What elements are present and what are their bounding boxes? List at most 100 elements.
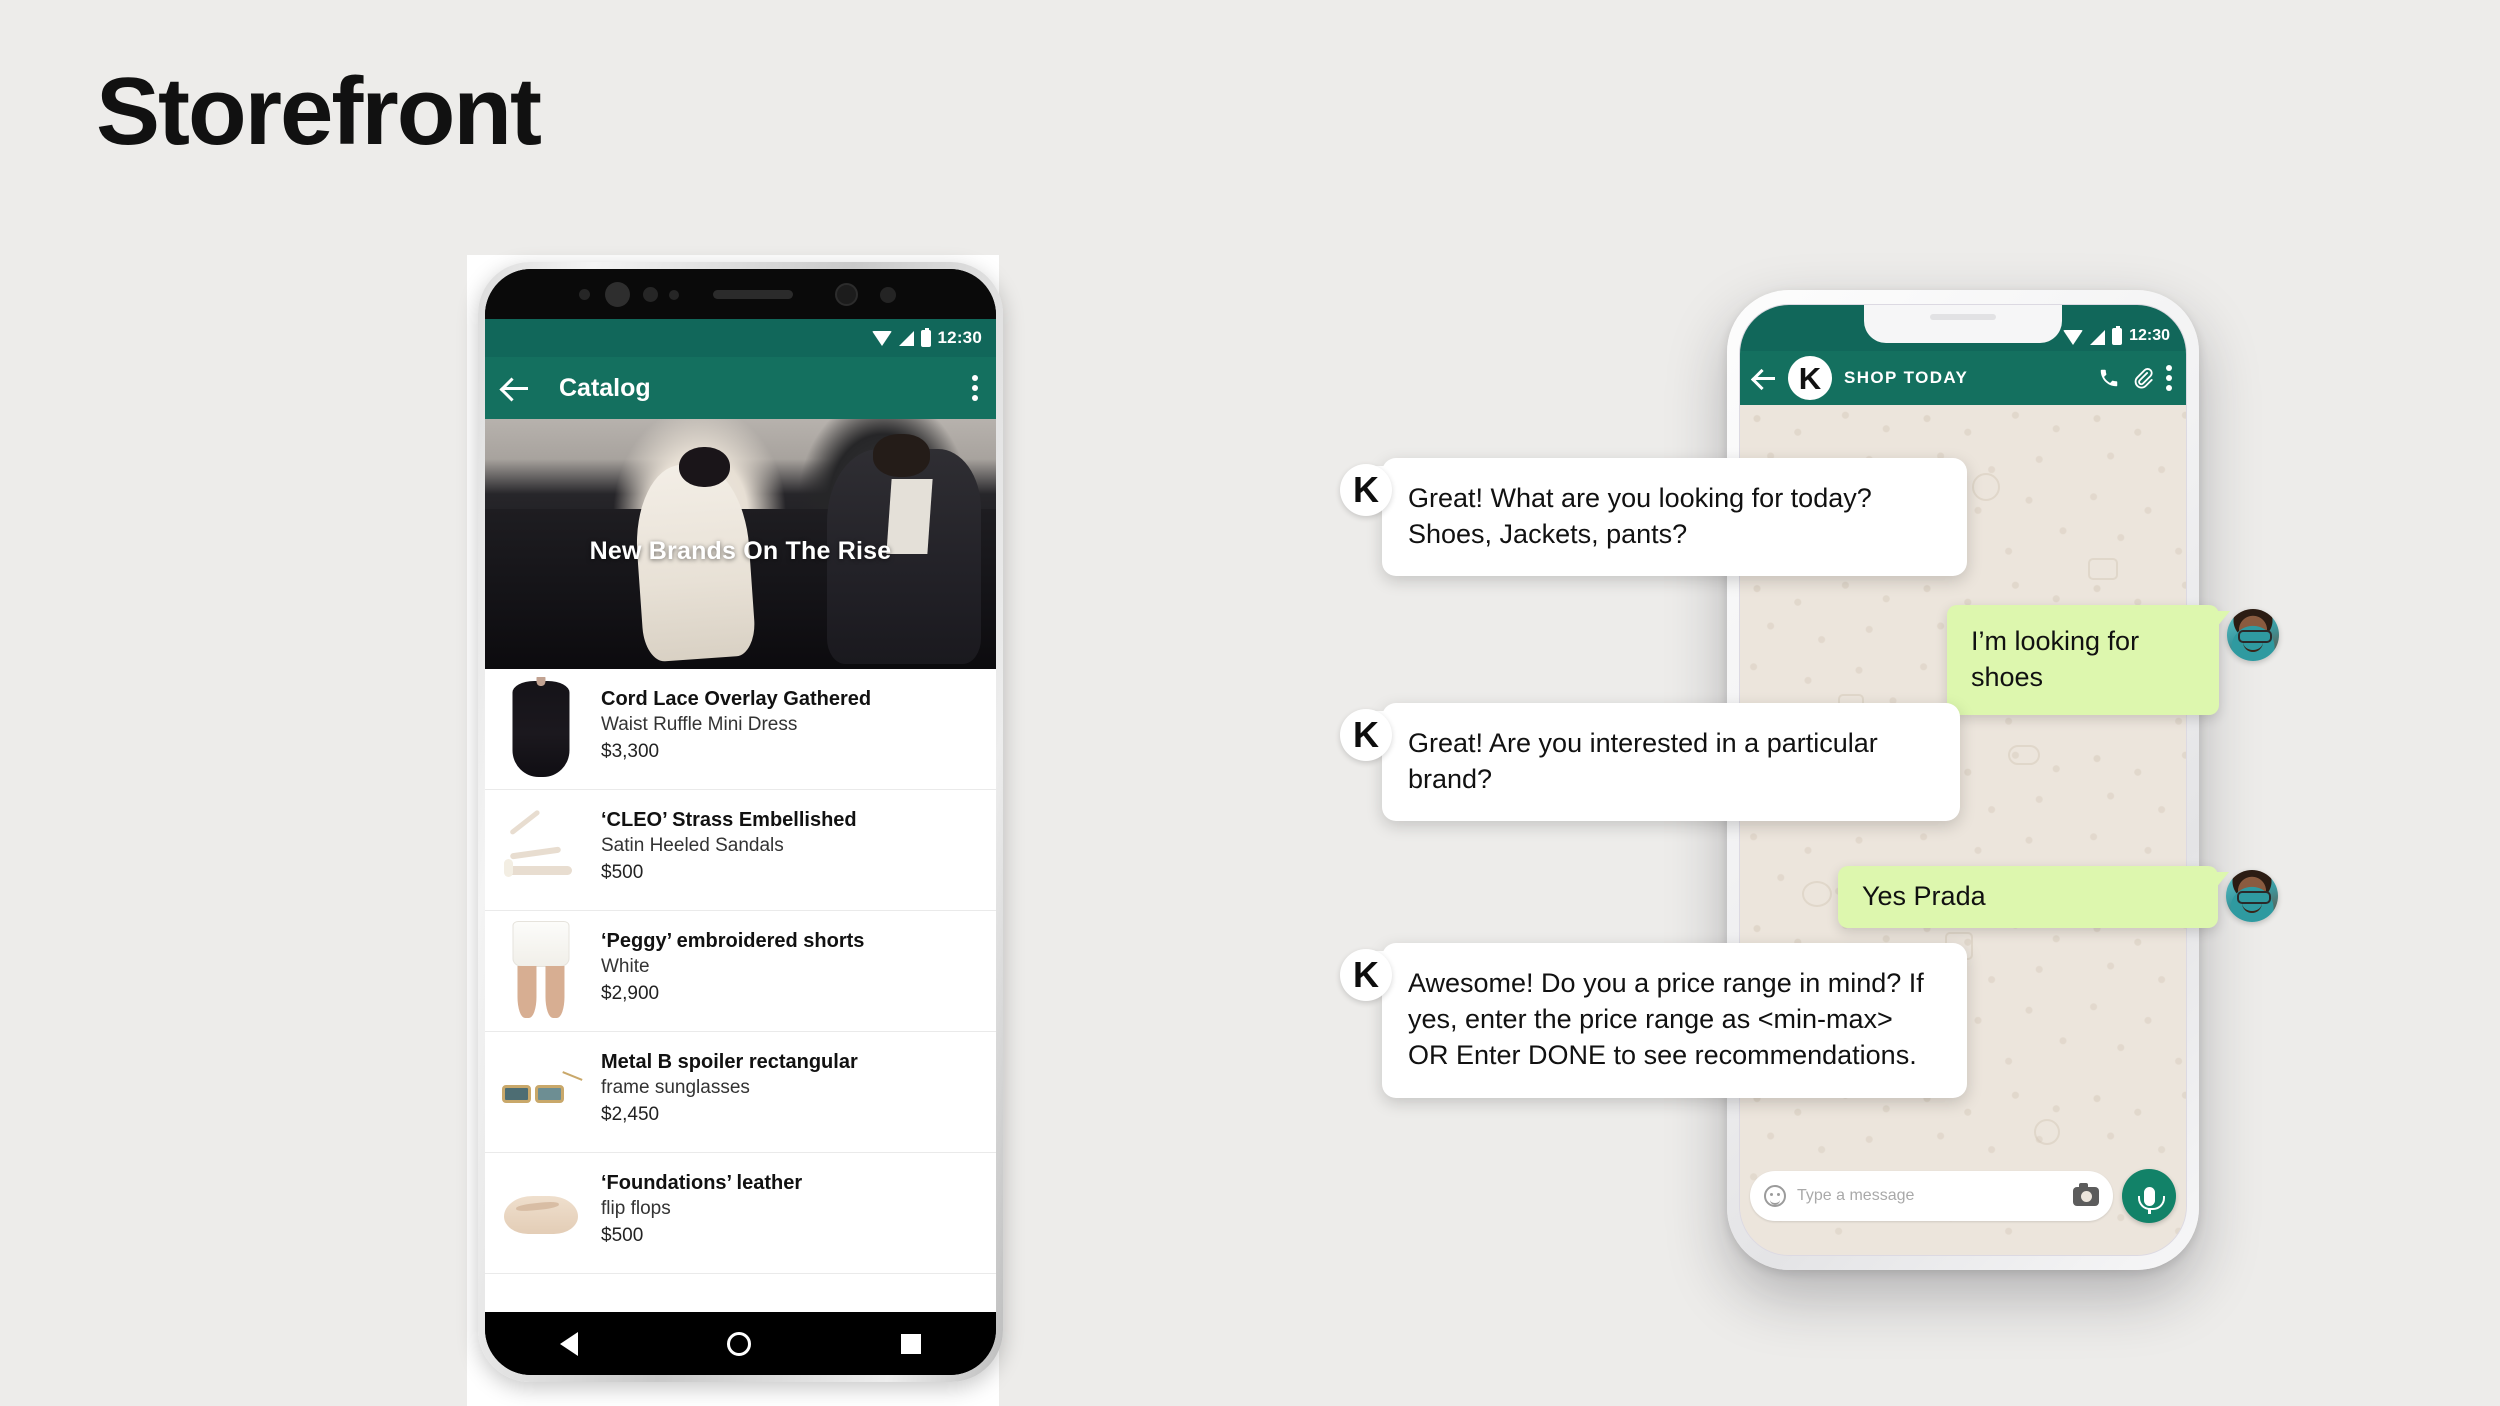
status-clock: 12:30 (937, 328, 982, 347)
product-list: Cord Lace Overlay Gathered Waist Ruffle … (485, 669, 996, 1274)
hero-banner[interactable]: New Brands On The Rise (485, 419, 996, 669)
battery-icon (2112, 326, 2123, 345)
status-clock: 12:30 (2129, 327, 2170, 344)
avatar: K (1340, 949, 1392, 1001)
product-price: $3,300 (601, 740, 660, 762)
back-arrow-icon[interactable] (503, 375, 529, 401)
hero-title: New Brands On The Rise (589, 536, 892, 565)
product-name: ‘Foundations’ leather (601, 1172, 803, 1194)
product-name: ‘CLEO’ Strass Embellished (601, 809, 857, 831)
phone-icon[interactable] (2098, 367, 2120, 389)
product-info: ‘Foundations’ leather flip flops $500 (601, 1161, 802, 1248)
message-row-bot: K Great! Are you interested in a particu… (1340, 703, 1960, 822)
table-row[interactable]: ‘Foundations’ leather flip flops $500 (485, 1153, 996, 1274)
product-thumbnail (495, 1161, 587, 1265)
product-thumbnail (495, 677, 587, 781)
product-name: Cord Lace Overlay Gathered (601, 688, 872, 710)
nav-back-icon[interactable] (559, 1331, 578, 1356)
product-price: $2,450 (601, 1103, 660, 1125)
product-subtitle: White (601, 956, 650, 977)
product-price: $2,900 (601, 982, 660, 1004)
chat-app-bar: K SHOP TODAY (1740, 351, 2186, 405)
sensor-dot-icon (643, 287, 658, 302)
sensor-ring-icon (835, 283, 858, 306)
microphone-icon (2137, 1186, 2165, 1214)
chat-bubble-outgoing[interactable]: I’m looking for shoes (1947, 605, 2230, 716)
microphone-button[interactable] (2122, 1169, 2176, 1223)
phone-notch (1864, 305, 2062, 343)
slide-canvas: Storefront 12:30 Catalog New Brands On T… (0, 0, 2500, 1406)
signal-icon (898, 330, 914, 346)
android-nav-bar (485, 1312, 996, 1375)
android-screen-bezel: 12:30 Catalog New Brands On The Rise Cor… (485, 269, 996, 1375)
sunglasses-image (501, 1070, 583, 1109)
product-subtitle: Satin Heeled Sandals (601, 835, 784, 856)
chat-bubble-incoming[interactable]: Great! What are you looking for today? S… (1371, 458, 1967, 577)
product-info: ‘Peggy’ embroidered shorts White $2,900 (601, 919, 864, 1006)
product-subtitle: Waist Ruffle Mini Dress (601, 714, 798, 735)
chat-bubble-incoming[interactable]: Awesome! Do you a price range in mind? I… (1371, 943, 1967, 1098)
catalog-app-bar: Catalog (485, 357, 996, 419)
nav-home-icon[interactable] (727, 1331, 752, 1356)
catalog-title: Catalog (559, 373, 651, 402)
paperclip-icon[interactable] (2132, 367, 2154, 389)
avatar[interactable]: K (1788, 356, 1832, 400)
wifi-icon (2063, 330, 2084, 345)
product-thumbnail (495, 919, 587, 1023)
message-row-outgoing: Yes Prada (1838, 866, 2278, 929)
product-name: Metal B spoiler rectangular (601, 1051, 858, 1073)
table-row[interactable]: Cord Lace Overlay Gathered Waist Ruffle … (485, 669, 996, 790)
sensor-dot-icon (880, 287, 896, 303)
product-name: ‘Peggy’ embroidered shorts (601, 930, 865, 952)
signal-icon (2090, 330, 2106, 345)
user-avatar (2226, 870, 2278, 922)
message-input-bar: Type a message (1740, 1167, 2186, 1225)
front-camera-icon (605, 282, 630, 307)
dress-image (512, 677, 570, 777)
hero-model-dark-head (873, 434, 930, 477)
left-status-bar: 12:30 (485, 319, 996, 357)
message-row-bot: K Awesome! Do you a price range in mind?… (1340, 943, 2000, 1098)
chat-contact-name: SHOP TODAY (1844, 368, 1969, 387)
table-row[interactable]: Metal B spoiler rectangular frame sungla… (485, 1032, 996, 1153)
avatar: K (1340, 709, 1392, 761)
message-input-field[interactable]: Type a message (1750, 1171, 2113, 1221)
shorts-image (512, 921, 570, 1018)
message-row-outgoing: I’m looking for shoes (1947, 605, 2279, 716)
overflow-menu-icon[interactable] (972, 371, 978, 405)
product-thumbnail (495, 1040, 587, 1144)
camera-icon[interactable] (2073, 1182, 2099, 1206)
product-subtitle: flip flops (601, 1198, 671, 1219)
overflow-menu-icon[interactable] (2166, 361, 2172, 395)
page-title: Storefront (96, 58, 542, 165)
product-info: Metal B spoiler rectangular frame sungla… (601, 1040, 858, 1127)
table-row[interactable]: ‘CLEO’ Strass Embellished Satin Heeled S… (485, 790, 996, 911)
phone-sensor-strip (485, 269, 996, 319)
avatar: K (1340, 464, 1392, 516)
earpiece-speaker (713, 290, 793, 299)
message-placeholder: Type a message (1797, 1187, 1915, 1204)
sensor-dot-icon (669, 290, 679, 300)
product-price: $500 (601, 861, 644, 883)
nav-recents-icon[interactable] (901, 1333, 922, 1354)
message-row-bot: K Great! What are you looking for today?… (1340, 458, 2000, 577)
hero-model-white-head (679, 446, 731, 487)
emoji-icon[interactable] (1764, 1185, 1786, 1207)
product-info: ‘CLEO’ Strass Embellished Satin Heeled S… (601, 798, 857, 885)
flipflop-image (504, 1196, 578, 1234)
product-subtitle: frame sunglasses (601, 1077, 750, 1098)
sensor-dot-icon (579, 289, 590, 300)
product-info: Cord Lace Overlay Gathered Waist Ruffle … (601, 677, 871, 764)
chat-bubble-outgoing[interactable]: Yes Prada (1838, 866, 2229, 929)
user-avatar (2227, 609, 2279, 661)
sandal-image (502, 809, 579, 888)
product-price: $500 (601, 1224, 644, 1246)
wifi-icon (871, 330, 892, 346)
table-row[interactable]: ‘Peggy’ embroidered shorts White $2,900 (485, 911, 996, 1032)
back-arrow-icon[interactable] (1754, 367, 1776, 389)
android-screen: 12:30 Catalog New Brands On The Rise Cor… (485, 319, 996, 1312)
product-thumbnail (495, 798, 587, 902)
battery-icon (920, 327, 931, 347)
android-phone-mockup: 12:30 Catalog New Brands On The Rise Cor… (478, 262, 1003, 1382)
chat-bubble-incoming[interactable]: Great! Are you interested in a particula… (1371, 703, 1960, 822)
